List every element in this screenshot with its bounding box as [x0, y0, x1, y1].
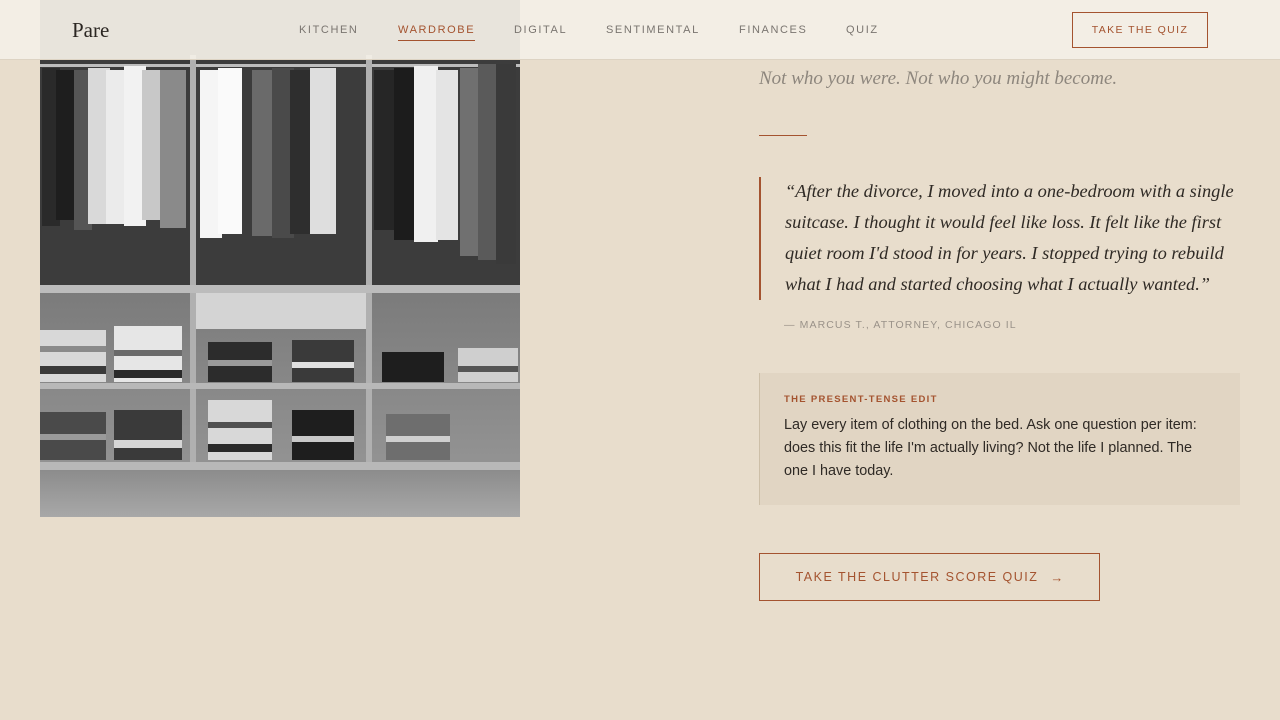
tip-body: Lay every item of clothing on the bed. A…: [784, 417, 1197, 479]
quote-text: “After the divorce, I moved into a one-b…: [785, 181, 1234, 294]
nav-item-digital[interactable]: DIGITAL: [514, 24, 567, 40]
tip-label: THE PRESENT-TENSE EDIT: [784, 394, 938, 405]
top-nav: Pare KITCHEN WARDROBE DIGITAL SENTIMENTA…: [0, 0, 1280, 60]
accent-divider: [759, 135, 807, 136]
nav-item-quiz[interactable]: QUIZ: [846, 24, 879, 40]
cta-label: TAKE THE CLUTTER SCORE QUIZ: [795, 570, 1039, 584]
nav-item-kitchen[interactable]: KITCHEN: [299, 24, 358, 40]
tip-card: THE PRESENT-TENSE EDIT Lay every item of…: [759, 373, 1240, 505]
wardrobe-photo: [40, 0, 520, 517]
nav-item-sentimental[interactable]: SENTIMENTAL: [606, 24, 700, 40]
take-quiz-button[interactable]: TAKE THE QUIZ: [1072, 12, 1208, 48]
wardrobe-illustration: [40, 0, 520, 517]
logo[interactable]: Pare: [72, 18, 109, 43]
testimonial-quote: “After the divorce, I moved into a one-b…: [759, 177, 1249, 300]
nav-item-finances[interactable]: FINANCES: [739, 24, 807, 40]
clutter-score-quiz-button[interactable]: TAKE THE CLUTTER SCORE QUIZ →: [759, 553, 1100, 601]
quote-attribution: — MARCUS T., ATTORNEY, CHICAGO IL: [784, 319, 1017, 331]
arrow-right-icon: →: [1050, 569, 1064, 585]
lede-text: Not who you were. Not who you might beco…: [759, 68, 1118, 89]
nav-item-wardrobe[interactable]: WARDROBE: [398, 24, 476, 41]
